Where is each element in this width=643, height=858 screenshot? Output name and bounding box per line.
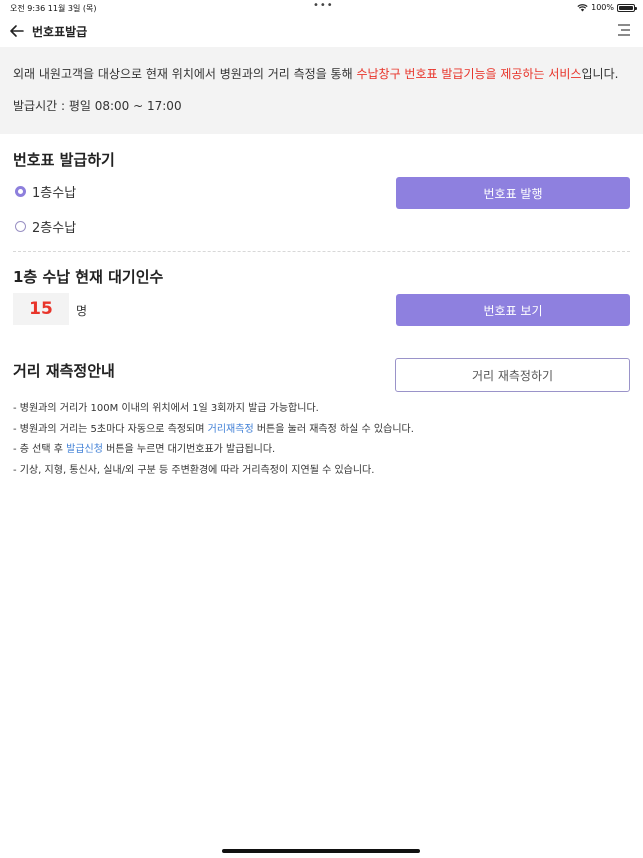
radio-option-floor2[interactable]: 2층수납 (15, 217, 76, 236)
intro-highlight: 수납창구 번호표 발급기능을 제공하는 서비스 (356, 67, 582, 81)
status-right: 100% (577, 3, 637, 12)
note-item: - 병원과의 거리는 5초마다 자동으로 측정되며 거리재측정 버튼을 눌러 재… (13, 423, 630, 436)
battery-percent: 100% (591, 3, 614, 12)
intro-prefix: 외래 내원고객을 대상으로 현재 위치에서 병원과의 거리 측정을 통해 (13, 67, 357, 81)
distance-notes-list: - 병원과의 거리가 100M 이내의 위치에서 1일 3회까지 발급 가능합니… (13, 403, 630, 486)
remeasure-link[interactable]: 거리재측정 (208, 424, 254, 435)
multitasking-dots[interactable]: ••• (313, 0, 334, 11)
intro-suffix: 입니다. (581, 67, 619, 81)
remeasure-distance-button[interactable]: 거리 재측정하기 (395, 358, 630, 392)
note-item: - 기상, 지형, 통신사, 실내/외 구분 등 주변환경에 따라 거리측정이 … (13, 464, 375, 476)
divider (13, 251, 630, 252)
waiting-section-title: 1층 수납 현재 대기인수 (13, 268, 164, 286)
hamburger-menu-icon[interactable] (617, 23, 631, 37)
status-time-date: 오전 9:36 11월 3일 (목) (10, 4, 97, 13)
note-text: - 층 선택 후 (13, 444, 67, 455)
note-text: - 병원과의 거리는 5초마다 자동으로 측정되며 (13, 423, 208, 435)
waiting-count-unit: 명 (76, 304, 88, 318)
waiting-count: 15 (13, 293, 69, 325)
app-header: 번호표발급 (0, 16, 643, 46)
note-text: 버튼을 눌러 재측정 하실 수 있습니다. (253, 423, 414, 435)
radio-unchecked-icon[interactable] (15, 221, 26, 232)
service-intro-text: 외래 내원고객을 대상으로 현재 위치에서 병원과의 거리 측정을 통해 수납창… (13, 67, 630, 81)
note-text: 버튼을 누르면 대기번호표가 발급됩니다. (102, 444, 276, 455)
battery-icon (617, 3, 637, 12)
note-item: - 층 선택 후 발급신청 버튼을 누르면 대기번호표가 발급됩니다. (13, 444, 630, 456)
radio-option-floor1[interactable]: 1층수납 (15, 182, 76, 201)
radio-checked-icon[interactable] (15, 186, 26, 197)
service-info-panel: 외래 내원고객을 대상으로 현재 위치에서 병원과의 거리 측정을 통해 수납창… (0, 47, 643, 134)
issue-hours: 발급시간 : 평일 08:00 ~ 17:00 (13, 99, 182, 113)
issue-request-link[interactable]: 발급신청 (66, 444, 103, 455)
status-bar: 오전 9:36 11월 3일 (목) ••• 100% (0, 0, 643, 16)
home-indicator[interactable] (222, 849, 420, 853)
issue-section-title: 번호표 발급하기 (13, 151, 115, 169)
radio-label-floor2: 2층수납 (32, 221, 77, 236)
radio-label-floor1: 1층수납 (32, 186, 77, 201)
wifi-icon (577, 3, 588, 11)
page-title: 번호표발급 (32, 25, 88, 39)
note-item: - 병원과의 거리가 100M 이내의 위치에서 1일 3회까지 발급 가능합니… (13, 403, 319, 414)
view-ticket-button[interactable]: 번호표 보기 (396, 294, 630, 326)
arrow-left-icon[interactable] (8, 22, 26, 40)
issue-ticket-button[interactable]: 번호표 발행 (396, 177, 630, 209)
distance-section-title: 거리 재측정안내 (13, 362, 115, 380)
